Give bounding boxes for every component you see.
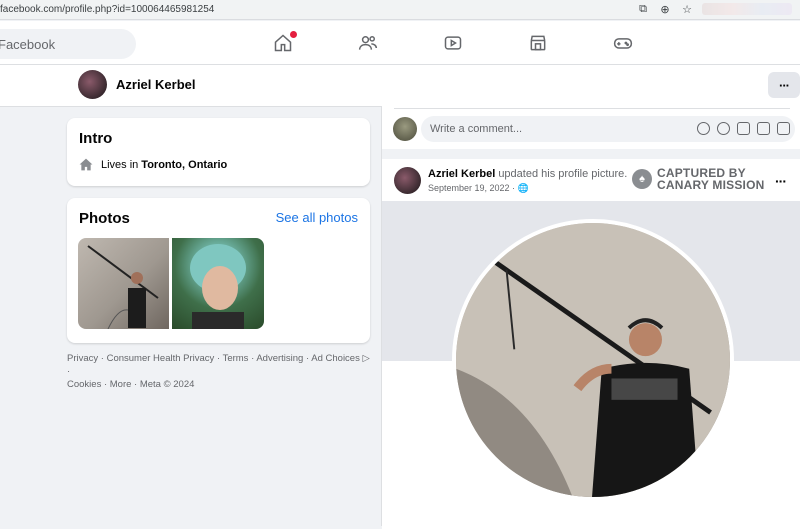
post-date[interactable]: September 19, 2022 · 🌐 [428,183,529,194]
captured-line-2: CANARY MISSION [657,178,765,192]
footer-links: Privacy · Consumer Health Privacy · Term… [67,352,370,391]
emoji-icon[interactable] [717,122,730,135]
marketplace-icon [530,35,545,51]
profile-name[interactable]: Azriel Kerbel [116,77,195,92]
nav-gaming[interactable] [580,21,665,65]
footer-line-1[interactable]: Privacy · Consumer Health Privacy · Term… [67,352,370,378]
lives-in-row: Lives in Toronto, Ontario [79,158,227,171]
extensions-area [702,3,792,15]
notification-dot [290,31,297,38]
star-icon[interactable]: ☆ [680,2,694,16]
photos-title[interactable]: Photos [79,210,130,227]
post-header: Azriel Kerbel updated his profile pictur… [428,168,627,180]
post-card: Azriel Kerbel updated his profile pictur… [382,159,800,529]
captured-badge: ♠ CAPTURED BY CANARY MISSION [632,167,764,191]
search-input[interactable]: Facebook [0,29,136,59]
nav-marketplace[interactable] [495,21,580,65]
nav-home[interactable] [240,21,325,65]
globe-icon: 🌐 [517,183,529,193]
photos-card: Photos See all photos [67,198,370,343]
post-date-text: September 19, 2022 · [428,183,518,193]
comment-placeholder: Write a comment... [430,123,523,135]
profile-header: Azriel Kerbel ··· [0,65,800,107]
house-icon [79,158,93,171]
profile-picture-photo[interactable] [452,219,734,501]
photo-thumbnail[interactable] [172,238,264,329]
post-author[interactable]: Azriel Kerbel [428,168,495,180]
zoom-icon[interactable]: ⊕ [658,2,672,16]
photo-thumbnail-image [87,245,159,329]
canary-icon: ♠ [632,169,652,189]
url-text[interactable]: facebook.com/profile.php?id=100064465981… [0,4,214,15]
more-options-button[interactable]: ··· [768,72,800,98]
cast-icon[interactable]: ⧉ [636,2,650,16]
photo-thumbnail-image [190,244,246,329]
top-navigation: Facebook [0,21,800,65]
gif-icon[interactable] [757,122,770,135]
post-more-button[interactable]: ··· [775,173,787,189]
watch-icon [444,36,461,50]
lives-prefix: Lives in [101,158,139,171]
gaming-icon [613,38,632,49]
footer-line-2[interactable]: Cookies · More · Meta © 2024 [67,378,370,391]
comment-tools [697,122,790,135]
post-action: updated his profile picture. [498,168,628,180]
browser-actions: ⧉ ⊕ ☆ [636,2,800,16]
lives-location[interactable]: Toronto, Ontario [141,159,227,171]
comment-box: Write a comment... [382,106,800,149]
intro-title: Intro [79,130,113,147]
browser-url-bar[interactable]: facebook.com/profile.php?id=100064465981… [0,0,800,20]
avatar[interactable] [393,117,417,141]
captured-text: CAPTURED BY CANARY MISSION [657,167,764,191]
sticker-icon[interactable] [777,122,790,135]
nav-friends[interactable] [325,21,410,65]
nav-watch[interactable] [410,21,495,65]
avatar[interactable] [394,167,421,194]
avatar[interactable] [78,70,107,99]
nav-tabs [240,21,665,65]
camera-icon[interactable] [737,122,750,135]
friends-icon [358,36,377,50]
profile-picture-image [456,223,730,497]
see-all-photos-link[interactable]: See all photos [276,210,358,225]
intro-card: Intro Lives in Toronto, Ontario [67,118,370,186]
divider [394,108,790,109]
photo-thumbnail[interactable] [78,238,169,329]
avatar-sticker-icon[interactable] [697,122,710,135]
